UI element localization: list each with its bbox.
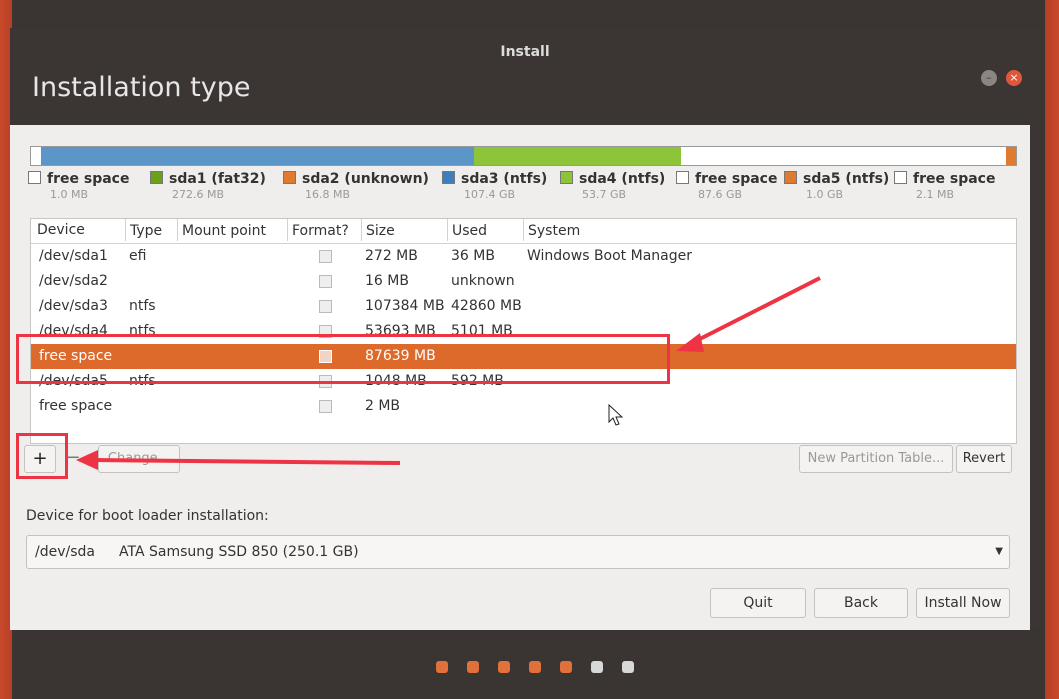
- arrow-to-free-space: [689, 276, 821, 346]
- arrowhead-free-space: [676, 333, 704, 352]
- arrow-to-add-button: [89, 458, 401, 465]
- mouse-cursor-icon: [608, 404, 624, 426]
- arrowhead-add-button: [76, 450, 98, 470]
- annotation-arrows: [76, 276, 821, 470]
